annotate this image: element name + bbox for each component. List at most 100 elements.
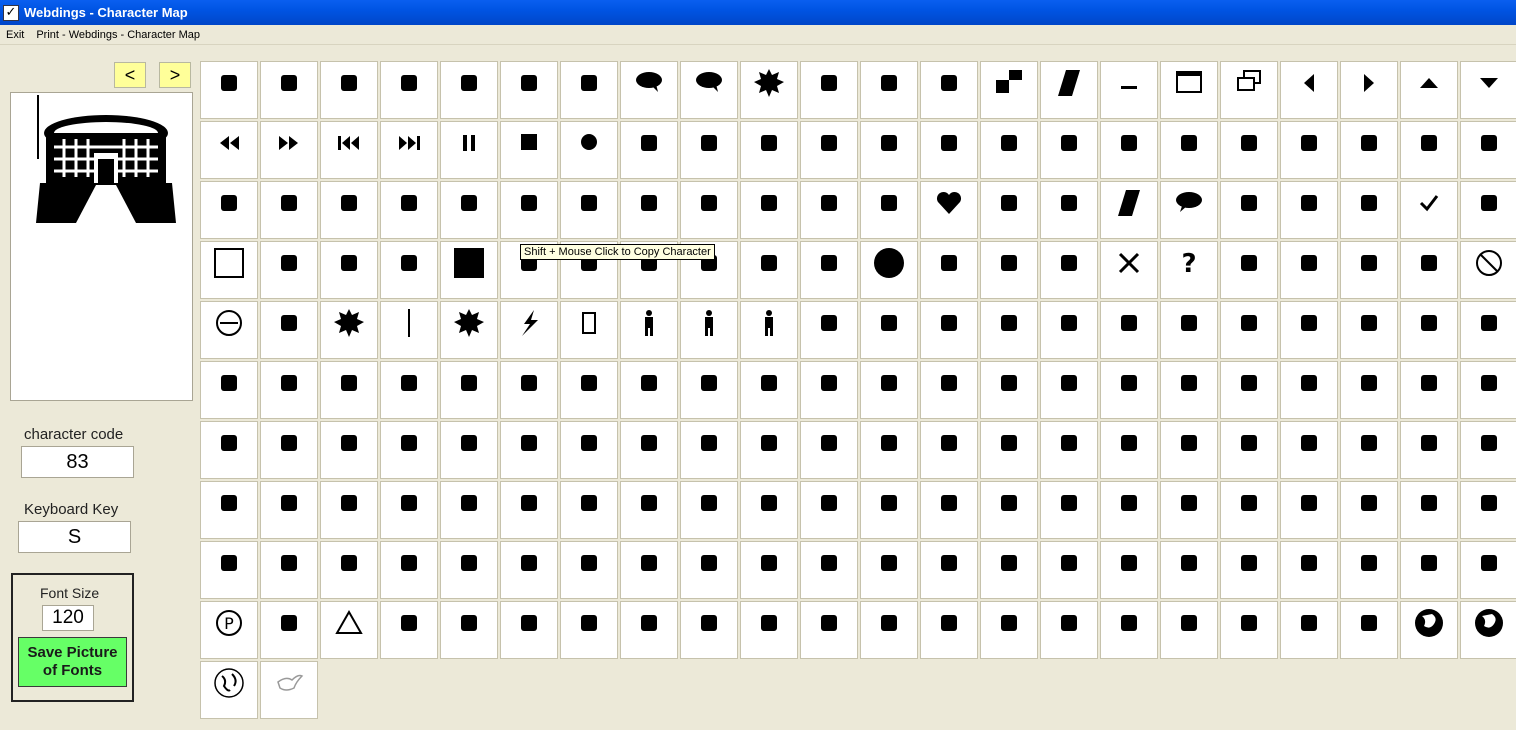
glyph-cell[interactable]	[1160, 541, 1218, 599]
glyph-cell[interactable]	[440, 301, 498, 359]
glyph-cell[interactable]	[1160, 361, 1218, 419]
glyph-cell[interactable]	[800, 541, 858, 599]
glyph-cell[interactable]	[260, 601, 318, 659]
glyph-cell[interactable]	[200, 121, 258, 179]
glyph-cell[interactable]	[440, 601, 498, 659]
glyph-cell[interactable]	[1460, 361, 1516, 419]
glyph-cell[interactable]	[1340, 241, 1398, 299]
glyph-cell[interactable]	[740, 181, 798, 239]
glyph-cell[interactable]	[740, 481, 798, 539]
glyph-cell[interactable]	[740, 301, 798, 359]
glyph-cell[interactable]	[1100, 601, 1158, 659]
glyph-cell[interactable]	[680, 301, 738, 359]
glyph-cell[interactable]	[1400, 481, 1458, 539]
glyph-cell[interactable]	[500, 121, 558, 179]
glyph-cell[interactable]	[560, 121, 618, 179]
glyph-cell[interactable]	[1400, 361, 1458, 419]
glyph-cell[interactable]	[1100, 181, 1158, 239]
glyph-cell[interactable]	[860, 61, 918, 119]
glyph-cell[interactable]	[1220, 61, 1278, 119]
glyph-cell[interactable]	[1460, 601, 1516, 659]
glyph-cell[interactable]	[1460, 121, 1516, 179]
glyph-cell[interactable]	[440, 181, 498, 239]
glyph-cell[interactable]	[200, 241, 258, 299]
glyph-cell[interactable]	[380, 481, 438, 539]
glyph-cell[interactable]	[1280, 241, 1338, 299]
glyph-cell[interactable]	[500, 481, 558, 539]
glyph-cell[interactable]	[500, 301, 558, 359]
glyph-cell[interactable]	[320, 601, 378, 659]
glyph-cell[interactable]	[500, 421, 558, 479]
glyph-cell[interactable]	[740, 121, 798, 179]
glyph-cell[interactable]	[860, 181, 918, 239]
glyph-cell[interactable]	[1040, 121, 1098, 179]
glyph-cell[interactable]	[1220, 121, 1278, 179]
glyph-cell[interactable]	[800, 121, 858, 179]
glyph-cell[interactable]	[1400, 181, 1458, 239]
glyph-cell[interactable]	[1220, 361, 1278, 419]
glyph-cell[interactable]	[1100, 121, 1158, 179]
glyph-cell[interactable]	[920, 181, 978, 239]
prev-button[interactable]: <	[114, 62, 146, 88]
glyph-cell[interactable]	[1280, 601, 1338, 659]
glyph-cell[interactable]	[1340, 301, 1398, 359]
character-code-field[interactable]: 83	[21, 446, 134, 478]
glyph-cell[interactable]	[860, 541, 918, 599]
keyboard-key-field[interactable]: S	[18, 521, 131, 553]
glyph-cell[interactable]	[980, 61, 1038, 119]
glyph-cell[interactable]	[320, 121, 378, 179]
glyph-cell[interactable]	[920, 61, 978, 119]
glyph-cell[interactable]	[380, 361, 438, 419]
glyph-cell[interactable]	[1340, 361, 1398, 419]
glyph-cell[interactable]	[200, 541, 258, 599]
glyph-cell[interactable]	[560, 361, 618, 419]
glyph-cell[interactable]	[1400, 541, 1458, 599]
glyph-cell[interactable]	[920, 481, 978, 539]
glyph-cell[interactable]	[1040, 361, 1098, 419]
glyph-cell[interactable]	[620, 181, 678, 239]
glyph-cell[interactable]	[320, 481, 378, 539]
glyph-cell[interactable]	[440, 121, 498, 179]
glyph-cell[interactable]	[560, 421, 618, 479]
glyph-cell[interactable]	[680, 541, 738, 599]
glyph-cell[interactable]	[920, 601, 978, 659]
glyph-cell[interactable]	[620, 361, 678, 419]
glyph-cell[interactable]	[1460, 241, 1516, 299]
glyph-cell[interactable]	[380, 241, 438, 299]
glyph-cell[interactable]	[560, 61, 618, 119]
glyph-cell[interactable]	[800, 61, 858, 119]
glyph-cell[interactable]	[500, 541, 558, 599]
glyph-cell[interactable]	[560, 601, 618, 659]
glyph-cell[interactable]	[920, 301, 978, 359]
glyph-cell[interactable]	[1340, 121, 1398, 179]
glyph-cell[interactable]	[1280, 361, 1338, 419]
glyph-cell[interactable]	[860, 601, 918, 659]
glyph-cell[interactable]	[500, 601, 558, 659]
glyph-cell[interactable]	[500, 61, 558, 119]
glyph-cell[interactable]	[920, 541, 978, 599]
glyph-cell[interactable]	[620, 61, 678, 119]
glyph-cell[interactable]	[740, 61, 798, 119]
glyph-cell[interactable]	[860, 301, 918, 359]
glyph-cell[interactable]	[260, 301, 318, 359]
glyph-cell[interactable]	[440, 241, 498, 299]
glyph-cell[interactable]	[260, 541, 318, 599]
glyph-cell[interactable]	[1100, 61, 1158, 119]
glyph-cell[interactable]	[260, 361, 318, 419]
glyph-cell[interactable]	[1040, 181, 1098, 239]
glyph-cell[interactable]	[1340, 421, 1398, 479]
glyph-cell[interactable]	[1040, 421, 1098, 479]
glyph-cell[interactable]	[200, 421, 258, 479]
glyph-cell[interactable]	[800, 601, 858, 659]
glyph-cell[interactable]	[1040, 241, 1098, 299]
glyph-cell[interactable]	[980, 421, 1038, 479]
glyph-cell[interactable]	[1460, 421, 1516, 479]
glyph-cell[interactable]	[440, 541, 498, 599]
glyph-cell[interactable]	[620, 541, 678, 599]
glyph-cell[interactable]	[500, 361, 558, 419]
glyph-cell[interactable]	[1160, 421, 1218, 479]
glyph-cell[interactable]	[320, 361, 378, 419]
glyph-cell[interactable]	[1100, 481, 1158, 539]
glyph-cell[interactable]	[260, 421, 318, 479]
glyph-cell[interactable]	[1100, 241, 1158, 299]
